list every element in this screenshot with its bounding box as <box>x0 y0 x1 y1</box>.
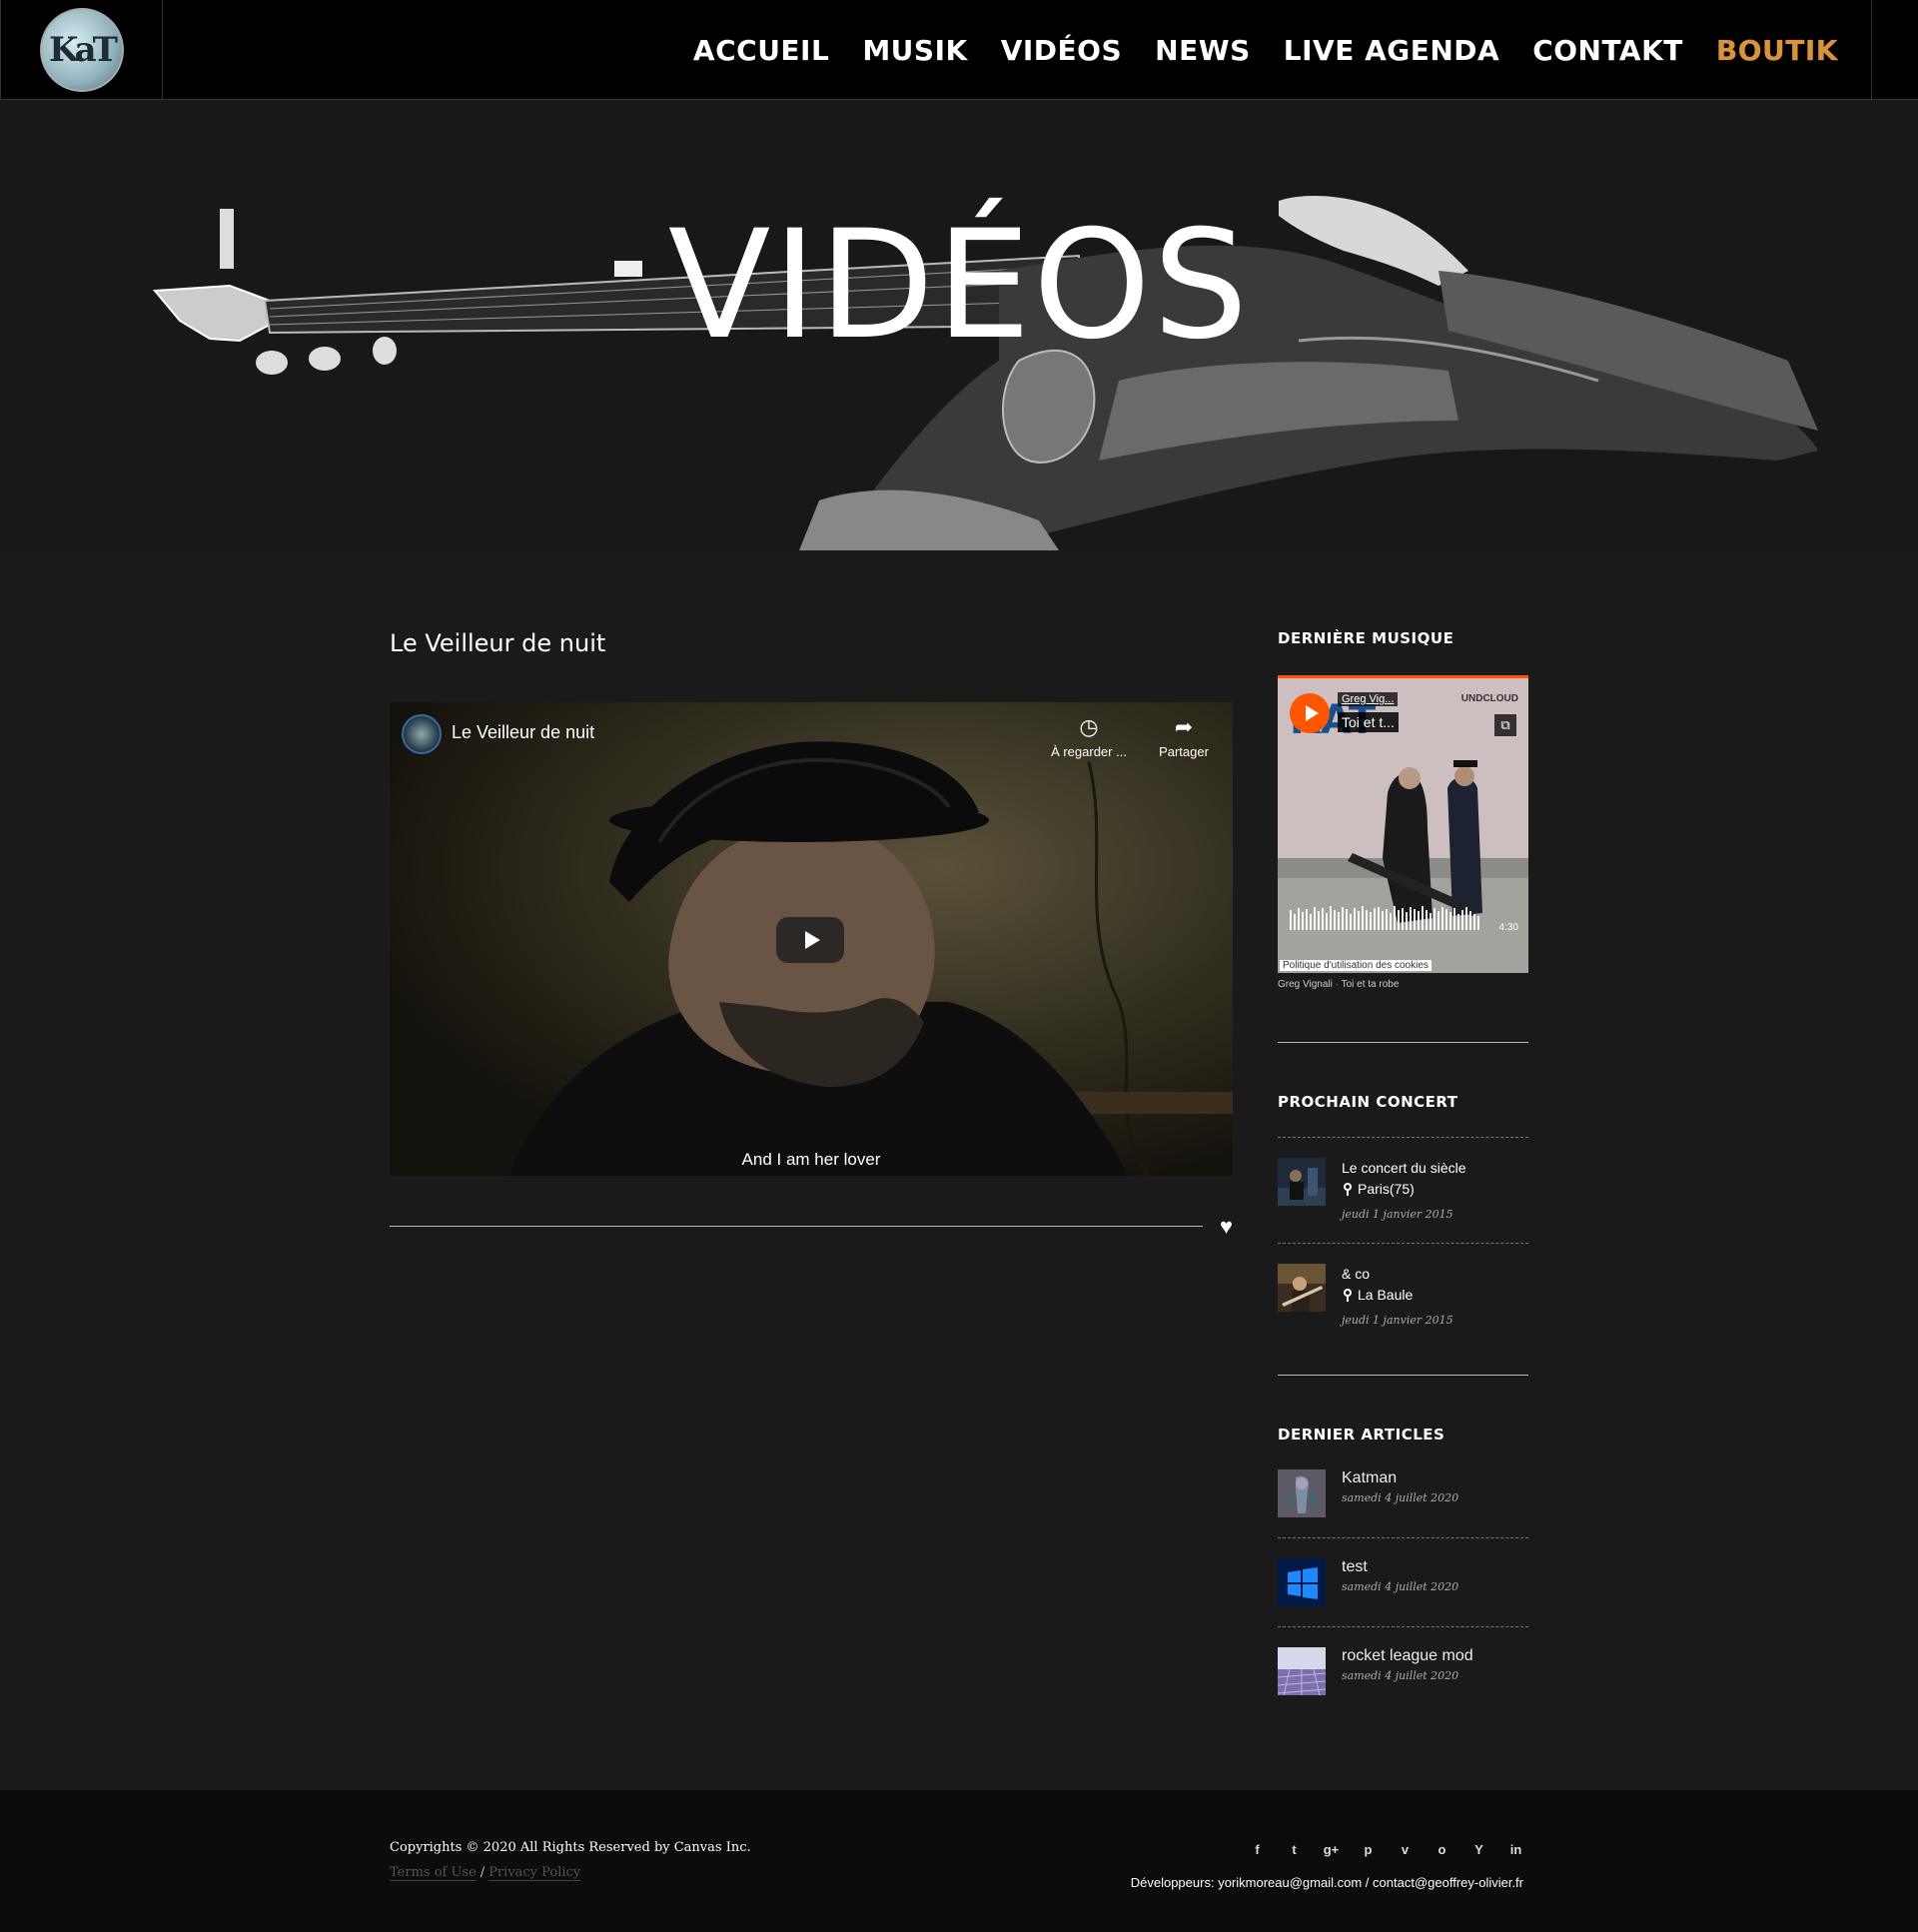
site-header: KaT ACCUEIL MUSIK VIDÉOS NEWS LIVE AGEND… <box>0 0 1918 100</box>
nav-boutik[interactable]: BOUTIK <box>1716 34 1838 67</box>
share-icon[interactable]: ⧉ <box>1494 714 1516 736</box>
cookie-policy-link[interactable]: Politique d'utilisation des cookies <box>1280 960 1432 971</box>
clock-icon: ◷ <box>1079 714 1099 739</box>
play-icon <box>804 931 820 949</box>
share-label: Partager <box>1159 744 1209 759</box>
developers-label: Développeurs: <box>1130 1875 1215 1890</box>
play-button[interactable] <box>776 917 844 963</box>
social-links: f t g+ p v o Y in <box>1239 1842 1534 1857</box>
developer-email-2[interactable]: contact@geoffrey-olivier.fr <box>1373 1875 1523 1890</box>
video-caption: And I am her lover <box>741 1150 881 1169</box>
concert-place: Paris(75) <box>1358 1181 1415 1197</box>
twitter-icon[interactable]: t <box>1276 1842 1313 1857</box>
github-icon[interactable]: o <box>1424 1842 1460 1857</box>
credit-artist-link[interactable]: Greg Vignali <box>1278 979 1333 990</box>
yahoo-icon[interactable]: Y <box>1460 1842 1497 1857</box>
map-pin-icon <box>1342 1182 1354 1197</box>
copyright-text: Copyrights © 2020 All Rights Reserved by… <box>390 1840 751 1855</box>
site-footer: Copyrights © 2020 All Rights Reserved by… <box>0 1790 1918 1932</box>
facebook-icon[interactable]: f <box>1239 1842 1276 1857</box>
sidebar: DERNIÈRE MUSIQUE KAT Greg Vig... Toi et … <box>1278 629 1528 1715</box>
divider-line <box>390 1226 1203 1227</box>
developer-separator: / <box>1365 1875 1370 1890</box>
concert-name[interactable]: Le concert du siècle <box>1342 1158 1466 1179</box>
widget-divider <box>1278 1375 1528 1376</box>
concert-place: La Baule <box>1358 1287 1414 1303</box>
nav-live-agenda[interactable]: LIVE AGENDA <box>1284 34 1499 67</box>
share-icon: ➦ <box>1174 714 1194 739</box>
heart-icon[interactable]: ♥ <box>1220 1214 1233 1240</box>
track-duration: 4:30 <box>1498 922 1518 933</box>
article-date: samedi 4 juillet 2020 <box>1342 1669 1459 1682</box>
concert-thumbnail[interactable] <box>1278 1264 1326 1312</box>
hero-banner: VIDÉOS <box>0 101 1918 550</box>
terms-link[interactable]: Terms of Use <box>390 1865 477 1881</box>
nav-accueil[interactable]: ACCUEIL <box>693 34 829 67</box>
google-plus-icon[interactable]: g+ <box>1313 1842 1350 1857</box>
main-content: Le Veilleur de nuit Le Veilleur de nuit <box>390 629 1233 1239</box>
developers-credit: Développeurs: yorikmoreau@gmail.com / co… <box>1131 1875 1523 1890</box>
article-date: samedi 4 juillet 2020 <box>1342 1580 1459 1593</box>
soundcloud-play-button[interactable] <box>1290 693 1330 733</box>
article-item[interactable]: test samedi 4 juillet 2020 <box>1278 1537 1528 1626</box>
widget-divider <box>1278 1042 1528 1043</box>
article-item[interactable]: Katman samedi 4 juillet 2020 <box>1278 1469 1528 1537</box>
article-date: samedi 4 juillet 2020 <box>1342 1491 1459 1504</box>
concert-date: jeudi 1 janvier 2015 <box>1342 1314 1453 1327</box>
soundcloud-track[interactable]: Toi et t... <box>1338 712 1399 732</box>
main-nav: ACCUEIL MUSIK VIDÉOS NEWS LIVE AGENDA CO… <box>660 0 1838 100</box>
articles-list: Katman samedi 4 juillet 2020 test samedi… <box>1278 1469 1528 1715</box>
pinterest-icon[interactable]: p <box>1350 1842 1387 1857</box>
article-item[interactable]: rocket league mod samedi 4 juillet 2020 <box>1278 1626 1528 1715</box>
map-pin-icon <box>1342 1288 1354 1303</box>
music-widget-title: DERNIÈRE MUSIQUE <box>1278 629 1454 647</box>
legal-links: Terms of Use / Privacy Policy <box>390 1865 581 1881</box>
soundcloud-player[interactable]: KAT Greg Vig... Toi et t... UNDCLOUD ⧉ 4… <box>1278 675 1528 973</box>
privacy-link[interactable]: Privacy Policy <box>488 1865 581 1881</box>
post-title[interactable]: Le Veilleur de nuit <box>390 629 1233 657</box>
developer-email-1[interactable]: yorikmoreau@gmail.com <box>1218 1875 1362 1890</box>
share-button[interactable]: ➦ Partager <box>1149 714 1219 759</box>
article-name[interactable]: rocket league mod <box>1342 1647 1473 1665</box>
nav-contakt[interactable]: CONTAKT <box>1532 34 1683 67</box>
articles-widget-title: DERNIER ARTICLES <box>1278 1426 1445 1444</box>
concert-list: Le concert du siècle Paris(75) jeudi 1 j… <box>1278 1137 1528 1349</box>
legal-separator: / <box>480 1865 485 1880</box>
concert-widget-title: PROCHAIN CONCERT <box>1278 1093 1458 1111</box>
soundcloud-credit: Greg Vignali · Toi et ta robe <box>1278 979 1528 990</box>
post-divider: ♥ <box>390 1214 1233 1239</box>
concert-name[interactable]: & co <box>1342 1264 1453 1285</box>
concert-item[interactable]: Le concert du siècle Paris(75) jeudi 1 j… <box>1278 1137 1528 1243</box>
concert-date: jeudi 1 janvier 2015 <box>1342 1208 1453 1221</box>
concert-thumbnail[interactable] <box>1278 1158 1326 1206</box>
watch-later-label: À regarder ... <box>1051 744 1127 759</box>
nav-musik[interactable]: MUSIK <box>862 34 967 67</box>
article-thumbnail[interactable] <box>1278 1469 1326 1517</box>
article-name[interactable]: Katman <box>1342 1469 1458 1487</box>
article-thumbnail[interactable] <box>1278 1647 1326 1695</box>
nav-news[interactable]: NEWS <box>1155 34 1251 67</box>
logo: KaT <box>39 8 124 92</box>
play-icon <box>1305 705 1319 721</box>
nav-videos[interactable]: VIDÉOS <box>1001 34 1122 67</box>
article-name[interactable]: test <box>1342 1558 1458 1576</box>
video-title[interactable]: Le Veilleur de nuit <box>452 722 594 743</box>
soundcloud-logo[interactable]: UNDCLOUD <box>1461 693 1518 704</box>
vimeo-icon[interactable]: v <box>1387 1842 1424 1857</box>
soundcloud-artist[interactable]: Greg Vig... <box>1338 692 1399 706</box>
credit-track-link[interactable]: Toi et ta robe <box>1342 979 1400 990</box>
credit-separator: · <box>1335 979 1339 990</box>
hero-title: VIDÉOS <box>667 199 1251 373</box>
video-player[interactable]: Le Veilleur de nuit ◷ À regarder ... ➦ P… <box>390 702 1233 1176</box>
linkedin-icon[interactable]: in <box>1497 1842 1534 1857</box>
channel-avatar[interactable] <box>402 714 442 754</box>
article-thumbnail[interactable] <box>1278 1558 1326 1606</box>
concert-item[interactable]: & co La Baule jeudi 1 janvier 2015 <box>1278 1243 1528 1349</box>
watch-later-button[interactable]: ◷ À regarder ... <box>1049 714 1129 759</box>
header-divider <box>1871 0 1872 100</box>
logo-link[interactable]: KaT <box>0 0 163 100</box>
